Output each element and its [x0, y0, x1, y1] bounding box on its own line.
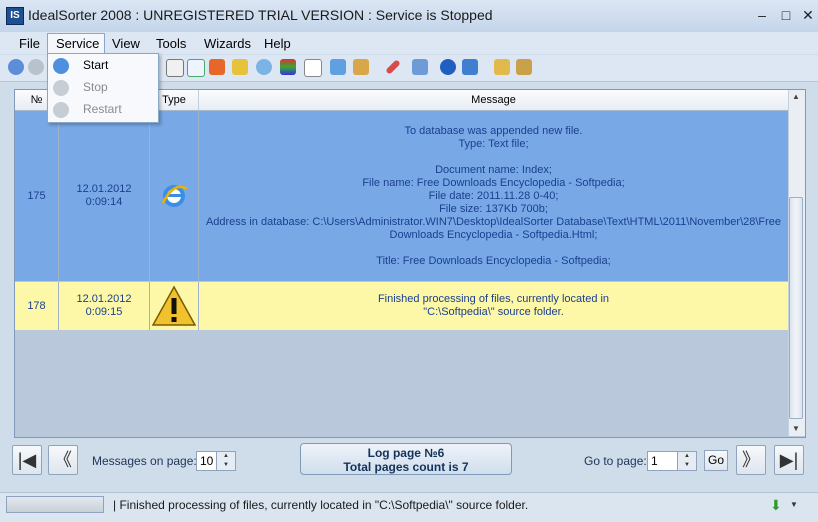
windows-icon[interactable]: [412, 59, 428, 75]
next-page-button[interactable]: 》: [736, 445, 766, 475]
menu-item-start[interactable]: Start: [48, 55, 158, 77]
row-type: [150, 111, 199, 281]
blank-page-icon[interactable]: [304, 59, 322, 77]
warning-icon: [151, 285, 197, 326]
stop-icon: [53, 80, 69, 96]
folder-icon[interactable]: [494, 59, 510, 75]
start-service-icon[interactable]: [8, 59, 24, 75]
download-arrow-icon[interactable]: ⬇: [770, 497, 782, 514]
menu-item-restart[interactable]: Restart: [48, 99, 158, 121]
messages-on-page-label: Messages on page:: [92, 454, 197, 468]
go-button[interactable]: Go: [704, 450, 728, 471]
menu-item-restart-label: Restart: [83, 102, 122, 116]
chart-file-icon[interactable]: [187, 59, 205, 77]
row-message: To database was appended new file. Type:…: [205, 124, 782, 267]
menu-item-start-label: Start: [83, 58, 109, 72]
scrollbar-thumb[interactable]: [789, 197, 803, 419]
minimize-button[interactable]: –: [752, 7, 772, 23]
text-file-icon[interactable]: [166, 59, 184, 77]
column-header-message[interactable]: Message: [199, 90, 788, 110]
keys-icon[interactable]: [516, 59, 532, 75]
menu-item-stop[interactable]: Stop: [48, 77, 158, 99]
maximize-button[interactable]: □: [776, 7, 796, 23]
messages-on-page-spinner[interactable]: 10 ▲ ▼: [196, 451, 236, 471]
menu-view[interactable]: View: [112, 36, 140, 51]
last-page-button[interactable]: ▶|: [774, 445, 804, 475]
about-icon[interactable]: [462, 59, 478, 75]
window-title: IdealSorter 2008 : UNREGISTERED TRIAL VE…: [28, 7, 493, 23]
log-page-indicator[interactable]: Log page №6 Total pages count is 7: [300, 443, 512, 475]
service-menu: Start Stop Restart: [47, 53, 159, 123]
status-text: | Finished processing of files, currentl…: [113, 498, 529, 512]
table-row[interactable]: 175 12.01.2012 0:09:14 To database was a…: [15, 111, 788, 281]
row-datetime: 12.01.2012 0:09:15: [59, 282, 150, 330]
restart-icon: [53, 102, 69, 118]
table-row[interactable]: 178 12.01.2012 0:09:15 Finished processi…: [15, 282, 788, 330]
window-icon[interactable]: [330, 59, 346, 75]
stop-service-icon[interactable]: [28, 59, 44, 75]
log-page-label: Log page №6: [367, 446, 445, 460]
globe-icon[interactable]: [256, 59, 272, 75]
scroll-down-icon[interactable]: ▼: [792, 424, 800, 433]
menu-help[interactable]: Help: [264, 36, 291, 51]
media-icon[interactable]: [280, 59, 296, 75]
menu-wizards[interactable]: Wizards: [204, 36, 251, 51]
ie-icon: [161, 185, 188, 207]
go-to-page-spinner[interactable]: 1 ▲ ▼: [647, 451, 697, 471]
row-number: 178: [15, 282, 59, 330]
close-button[interactable]: ✕: [798, 7, 818, 23]
edit-icon[interactable]: [232, 59, 248, 75]
play-icon: [53, 58, 69, 74]
help-icon[interactable]: [440, 59, 456, 75]
row-message: Finished processing of files, currently …: [377, 293, 610, 318]
messages-on-page-value: 10: [200, 454, 214, 468]
status-dropdown-icon[interactable]: ▼: [790, 500, 798, 509]
image-icon[interactable]: [353, 59, 369, 75]
row-number: 175: [15, 111, 59, 281]
first-page-button[interactable]: |◀: [12, 445, 42, 475]
spinner-arrows-icon[interactable]: ▲ ▼: [216, 452, 235, 470]
menu-tools[interactable]: Tools: [156, 36, 186, 51]
scroll-up-icon[interactable]: ▲: [792, 92, 800, 101]
go-to-page-value: 1: [651, 454, 658, 468]
spinner-arrows-icon[interactable]: ▲ ▼: [677, 452, 696, 470]
menu-service[interactable]: Service: [56, 36, 99, 51]
row-type: [150, 282, 199, 330]
row-datetime: 12.01.2012 0:09:14: [59, 111, 150, 281]
menu-file[interactable]: File: [19, 36, 40, 51]
status-progress-bar: [6, 496, 104, 513]
menu-item-stop-label: Stop: [83, 80, 108, 94]
prev-page-button[interactable]: 《: [48, 445, 78, 475]
document-icon[interactable]: [209, 59, 225, 75]
go-to-page-label: Go to page:: [584, 454, 647, 468]
app-icon: IS: [6, 7, 24, 25]
total-pages-label: Total pages count is 7: [343, 460, 469, 474]
